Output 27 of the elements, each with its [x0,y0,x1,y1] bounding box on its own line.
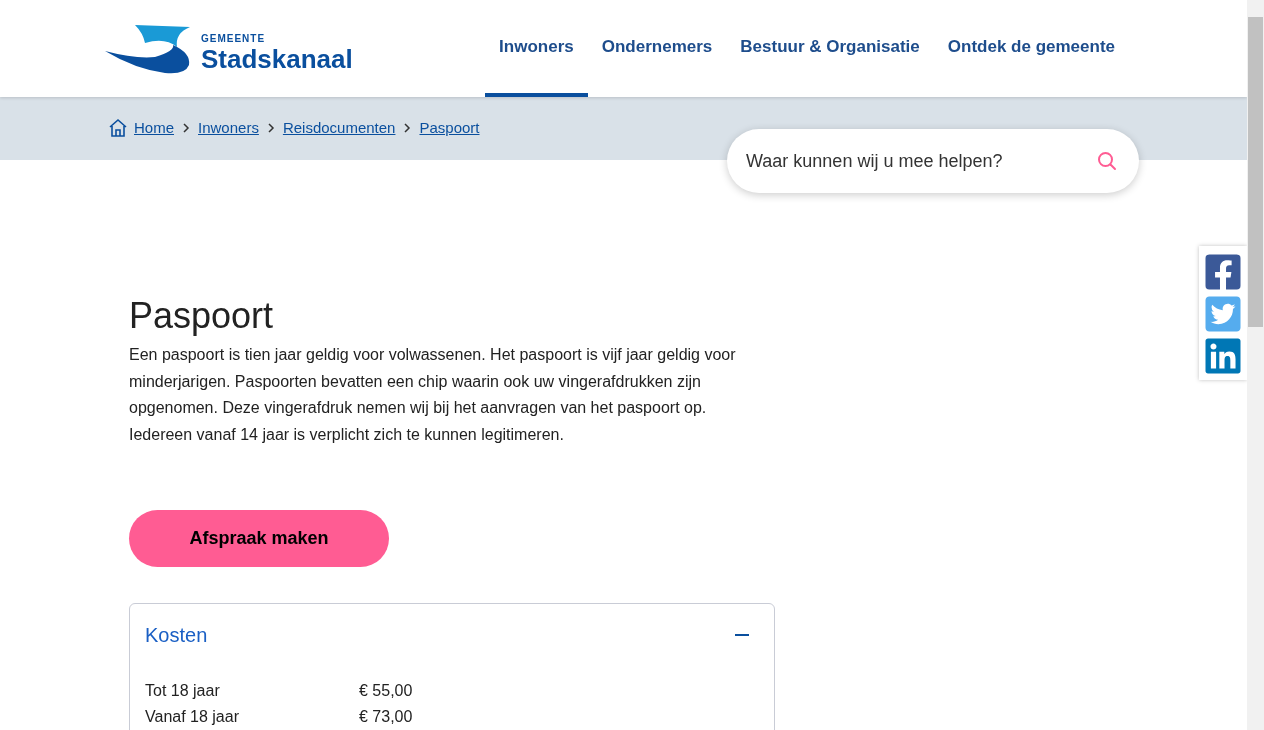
breadcrumb-link[interactable]: Home [134,117,174,140]
home-icon [108,118,128,138]
logo-icon [105,22,191,75]
appointment-button[interactable]: Afspraak maken [129,510,389,567]
breadcrumb-link[interactable]: Inwoners [198,117,259,140]
chevron-icon [266,123,275,133]
page-title: Paspoort [129,294,275,338]
nav-tab[interactable]: Bestuur & Organisatie [726,0,934,97]
logo-subtitle: GEMEENTE [201,33,267,44]
cost-price: € 73,00 [359,707,413,727]
facebook-icon[interactable] [1203,252,1243,292]
linkedin-icon[interactable] [1203,336,1243,376]
logo-title: Stadskanaal [201,45,353,72]
search-field[interactable]: Waar kunnen wij u mee helpen? [727,129,1139,193]
nav-tab[interactable]: Ontdek de gemeente [933,0,1129,97]
nav-tab[interactable]: Ondernemers [587,0,727,97]
chevron-icon [182,123,190,133]
search-icon[interactable] [1097,151,1117,171]
breadcrumb-link[interactable]: Paspoort [419,117,480,140]
scrollbar[interactable] [1247,0,1264,730]
breadcrumb-link[interactable]: Reisdocumenten [282,117,396,140]
cost-label: Vanaf 18 jaar [145,707,240,727]
intro-paragraph: Een paspoort is tien jaar geldig voor volwassenen. Het paspoort is vijf jaar geldig voor minderjarigen. Paspoorten bevatten een chip waarin ook uw vingerafdrukken zijn opgenomen. Deze vingerafdruk nemen wij bij het aanvragen van het paspoort op. Iedereen vanaf 14 jaar is verplicht zich te kunnen legitimeren. [129,345,737,445]
chevron-icon [403,123,412,133]
accordion-title[interactable]: Kosten [145,620,208,650]
cost-label: Tot 18 jaar [145,681,221,701]
cost-price: € 55,00 [359,681,413,701]
